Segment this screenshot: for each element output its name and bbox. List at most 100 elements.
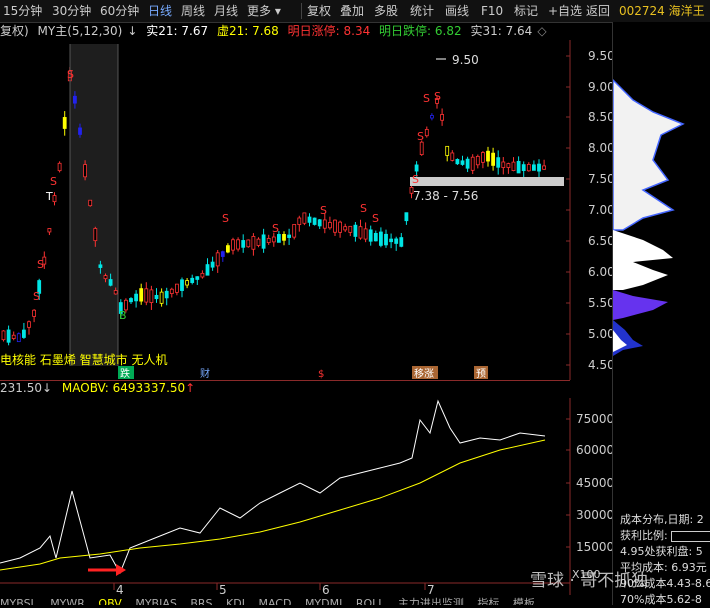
tab-brs[interactable]: BRS [190,597,212,605]
chip-profile-white [613,80,683,230]
rights-label: 复权) [0,24,29,38]
candle-body [134,293,139,302]
month-label: 5 [219,583,227,595]
tab-kdj[interactable]: KDJ [226,597,245,605]
event-marker[interactable]: 财 [200,367,210,380]
candle-body [27,321,31,328]
candle-body [266,237,271,244]
price-tick: 8.50 [588,110,612,124]
candle-body [21,329,26,338]
candle-body [6,329,11,343]
profit-ratio-label: 获利比例: [620,529,668,542]
price-tick: 9.00 [588,80,612,94]
arrow-down-icon: ↓ [42,381,53,395]
draw-line-button[interactable]: 画线 [442,2,472,20]
multi-stock-button[interactable]: 多股 [371,2,401,20]
tab-macd[interactable]: MACD [258,597,291,605]
candle-body [542,165,546,170]
candle-body [419,141,424,156]
xu21-value: 虚21: 7.68 [216,24,279,38]
mark-button[interactable]: 标记 [511,2,541,20]
tab-mywr[interactable]: MYWR [50,597,85,605]
candle-body [353,224,358,237]
candle-body [343,226,348,231]
profit-detail: 4.95处获利盘: 5 [620,545,703,558]
period-weekly-button[interactable]: 周线 [178,2,208,20]
shi31-value: 实31: 7.64 [470,24,533,38]
tab-mydmi[interactable]: MYDMI [305,597,342,605]
tab-mybias[interactable]: MYBIAS [135,597,177,605]
event-markers: 跌 财 $ 移涨 预 [118,366,488,380]
candle-body [113,290,118,295]
period-60min-button[interactable]: 60分钟 [97,2,142,20]
event-marker[interactable]: 移涨 [414,367,434,380]
candle-body [297,217,302,226]
tab-roll[interactable]: ROLL [356,597,385,605]
candle-body [496,157,501,168]
price-tick: 4.50 [588,358,612,372]
statistics-button[interactable]: 统计 [407,2,437,20]
candle-body [108,279,113,286]
tab-template[interactable]: 模板 [513,597,535,605]
candle-body [389,238,394,243]
price-chart[interactable]: 9.50 7.38 - 7.56 9.50 9.00 8.50 8.00 7.5… [0,40,612,380]
candle-body [475,155,480,166]
tab-obv[interactable]: OBV [98,597,121,605]
indicator-name[interactable]: MY主(5,12,30) [38,24,123,38]
candle-body [445,145,450,156]
candle-body [149,289,154,303]
candle-body [83,164,87,178]
arrow-up-icon: ↑ [185,381,196,395]
tab-indicator[interactable]: 指标 [477,597,499,605]
period-30min-button[interactable]: 30分钟 [49,2,94,20]
candle-body [282,234,286,241]
candle-body [251,236,256,250]
candle-body [501,161,506,168]
price-tick: 6.50 [588,234,612,248]
event-marker[interactable]: 预 [476,368,486,380]
candle-body [470,156,475,171]
period-monthly-button[interactable]: 月线 [211,2,241,20]
candle-body [521,164,526,171]
watermark: 雪球 · 哥不抓独 [530,571,649,591]
candle-body [62,117,67,129]
obv-chart[interactable]: 75000 60000 45000 30000 15000 X100 4 5 6… [0,398,612,595]
range-band [410,177,564,186]
diamond-icon: ◇ [537,24,547,38]
add-watchlist-button[interactable]: +自选 [545,2,585,20]
period-15min-button[interactable]: 15分钟 [0,2,45,20]
f10-button[interactable]: F10 [478,2,506,20]
candle-body [317,219,322,227]
candle-body [154,294,159,300]
candle-body [195,276,200,280]
more-menu-button[interactable]: 更多 ▾ [244,2,284,20]
obv-info-line: 231.50↓ MAOBV: 6493337.50↑ [0,381,195,397]
candle-body [511,161,516,171]
candle-body [78,127,82,135]
month-label: 7 [427,583,435,595]
candle-body [225,245,230,253]
shi21-value: 实21: 7.67 [146,24,209,38]
sell-signal: S [360,202,367,215]
obv-axis: 75000 60000 45000 30000 15000 [566,412,612,554]
event-marker[interactable]: 跌 [120,367,130,380]
candle-body [429,115,434,119]
overlay-button[interactable]: 叠加 [337,2,367,20]
chip-distribution-chart[interactable] [613,40,710,385]
chevron-down-icon: ▾ [274,4,281,18]
event-marker[interactable]: $ [318,369,324,380]
profit-ratio-row: 获利比例: [620,528,710,544]
candle-body [292,224,297,238]
tab-main-flow[interactable]: 主力进出监测 [398,597,464,605]
period-daily-button[interactable]: 日线 [145,2,175,20]
candle-body [465,158,470,169]
rights-button[interactable]: 复权 [304,2,334,20]
candle-body [333,219,337,233]
buy-signal: B [119,309,127,322]
candle-body [378,231,383,246]
tab-mybsl[interactable]: MYBSL [0,597,37,605]
candle-body [338,221,343,233]
month-label: 4 [116,583,124,595]
back-button[interactable]: 返回 [583,2,613,20]
price-tick: 8.00 [588,141,612,155]
